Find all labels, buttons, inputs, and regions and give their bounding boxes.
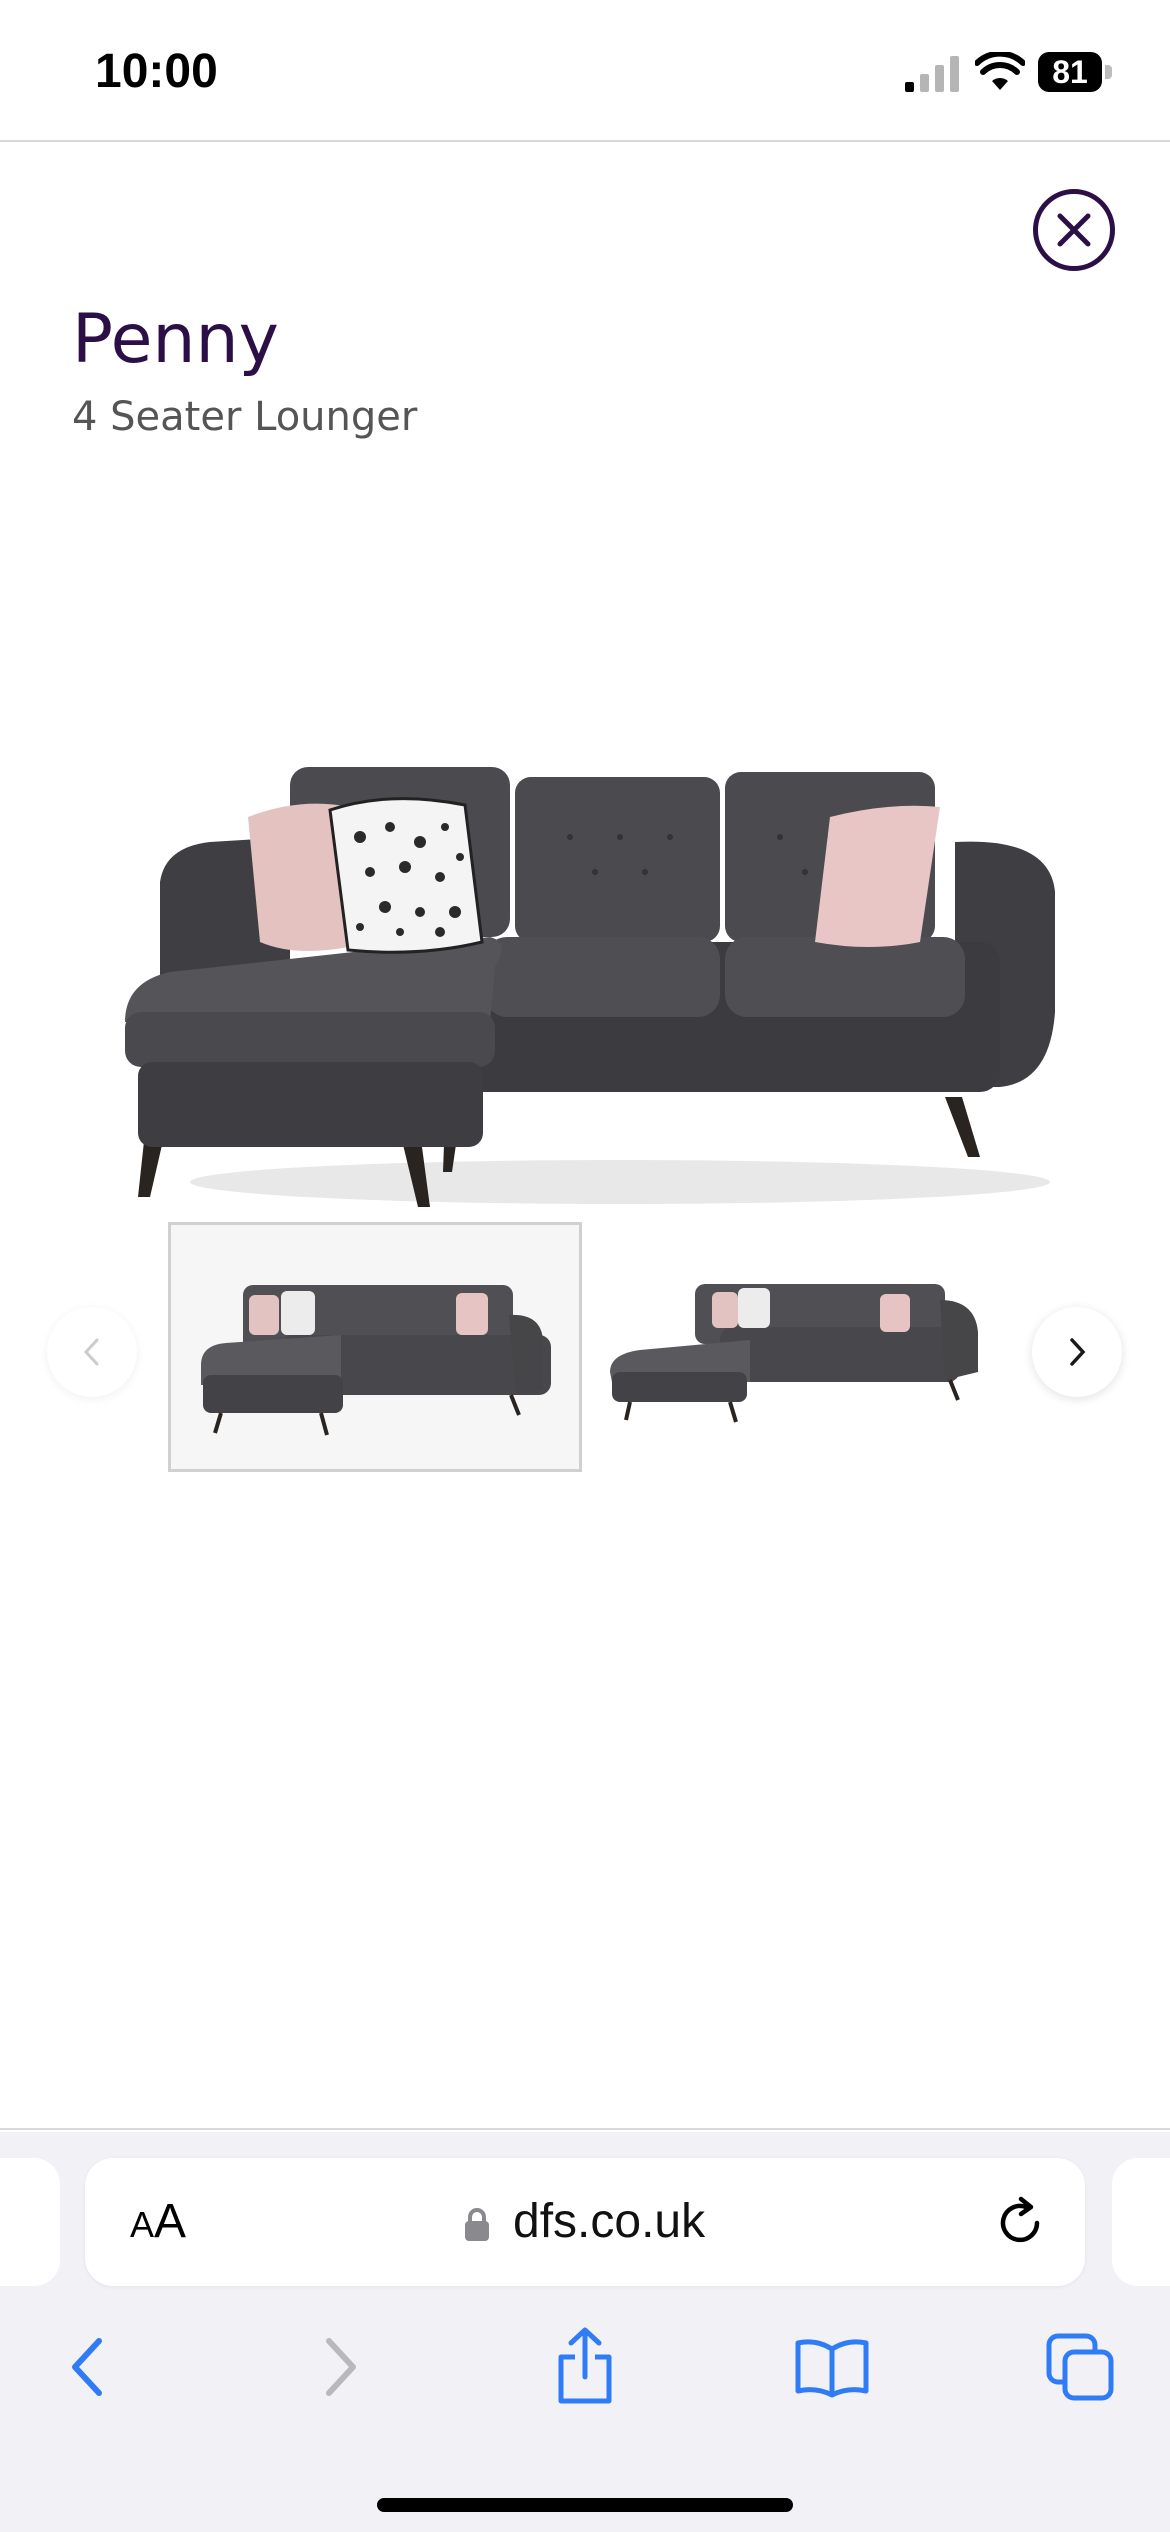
chevron-left-icon <box>83 1338 99 1366</box>
main-product-image[interactable] <box>100 612 1100 1262</box>
thumbnail-1[interactable] <box>168 1222 582 1472</box>
next-image-button[interactable] <box>1032 1307 1122 1397</box>
share-button[interactable] <box>540 2322 630 2412</box>
battery-level: 81 <box>1038 52 1102 92</box>
thumbnail-carousel <box>0 1222 1170 1482</box>
product-subtitle: 4 Seater Lounger <box>72 394 418 440</box>
chevron-right-icon <box>1070 1338 1086 1366</box>
back-button[interactable] <box>42 2322 132 2412</box>
status-bar: 10:00 81 <box>0 0 1170 140</box>
reload-icon[interactable] <box>993 2196 1047 2250</box>
close-button[interactable] <box>1033 189 1115 271</box>
browser-toolbar <box>0 2322 1170 2432</box>
battery-icon: 81 <box>1038 52 1114 92</box>
product-title: Penny <box>72 300 279 379</box>
product-gallery-modal: Penny 4 Seater Lounger <box>0 140 1170 2130</box>
url-text: dfs.co.uk <box>513 2195 706 2248</box>
bookmarks-icon <box>795 2339 869 2398</box>
thumbnail-image <box>201 1285 551 1436</box>
signal-icon <box>905 56 959 92</box>
thumbnail-image <box>610 1284 978 1423</box>
share-icon <box>558 2327 612 2404</box>
tabs-button[interactable] <box>1035 2322 1125 2412</box>
next-tab-preview[interactable] <box>1112 2158 1170 2286</box>
home-indicator <box>377 2498 793 2512</box>
browser-chrome: AA dfs.co.uk <box>0 2132 1170 2532</box>
status-time: 10:00 <box>95 45 218 98</box>
forward-button[interactable] <box>296 2322 386 2412</box>
address-bar[interactable]: AA dfs.co.uk <box>85 2158 1085 2286</box>
tabs-icon <box>1046 2333 1114 2401</box>
previous-image-button[interactable] <box>47 1307 137 1397</box>
close-icon <box>1057 213 1091 247</box>
bookmarks-button[interactable] <box>787 2322 877 2412</box>
text-size-button[interactable]: AA <box>130 2194 186 2249</box>
wifi-icon <box>975 52 1025 90</box>
lock-icon <box>465 2208 489 2241</box>
forward-icon <box>326 2338 356 2396</box>
back-icon <box>72 2338 102 2396</box>
previous-tab-preview[interactable] <box>0 2158 60 2286</box>
thumbnail-2[interactable] <box>600 1222 1014 1472</box>
